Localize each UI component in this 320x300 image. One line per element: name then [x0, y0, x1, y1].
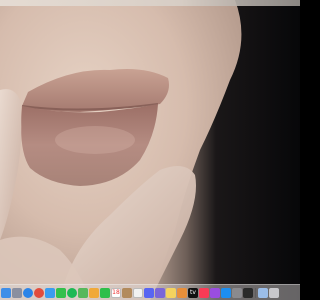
maps-icon[interactable]	[78, 287, 88, 298]
music-icon[interactable]	[199, 287, 209, 298]
wallpaper-photo	[0, 0, 300, 300]
downloads-icon[interactable]	[258, 287, 268, 298]
notes-icon[interactable]	[166, 287, 176, 298]
calendar-icon[interactable]: 18	[111, 287, 121, 298]
appstore-icon[interactable]	[221, 287, 231, 298]
mail-icon[interactable]	[45, 287, 55, 298]
discord-icon[interactable]	[144, 287, 154, 298]
menu-bar	[0, 0, 300, 6]
dock-separator	[255, 287, 256, 298]
safari-icon[interactable]	[23, 287, 33, 298]
spotify-icon[interactable]	[67, 287, 77, 298]
contacts-icon[interactable]	[122, 287, 132, 298]
messages-icon[interactable]	[56, 287, 66, 298]
trash-icon[interactable]	[269, 287, 279, 298]
photos-icon[interactable]	[89, 287, 99, 298]
launchpad-icon[interactable]	[12, 287, 22, 298]
terminal-icon[interactable]	[243, 287, 253, 298]
finder-alt-icon[interactable]	[155, 287, 165, 298]
preview-icon[interactable]	[177, 287, 187, 298]
desktop: 18 tv	[0, 0, 300, 300]
finder-icon[interactable]	[1, 287, 11, 298]
facetime-icon[interactable]	[100, 287, 110, 298]
reminders-icon[interactable]	[133, 287, 143, 298]
settings-icon[interactable]	[232, 287, 242, 298]
chrome-icon[interactable]	[34, 287, 44, 298]
appletv-icon[interactable]: tv	[188, 287, 198, 298]
podcasts-icon[interactable]	[210, 287, 220, 298]
dock: 18 tv	[0, 284, 300, 300]
